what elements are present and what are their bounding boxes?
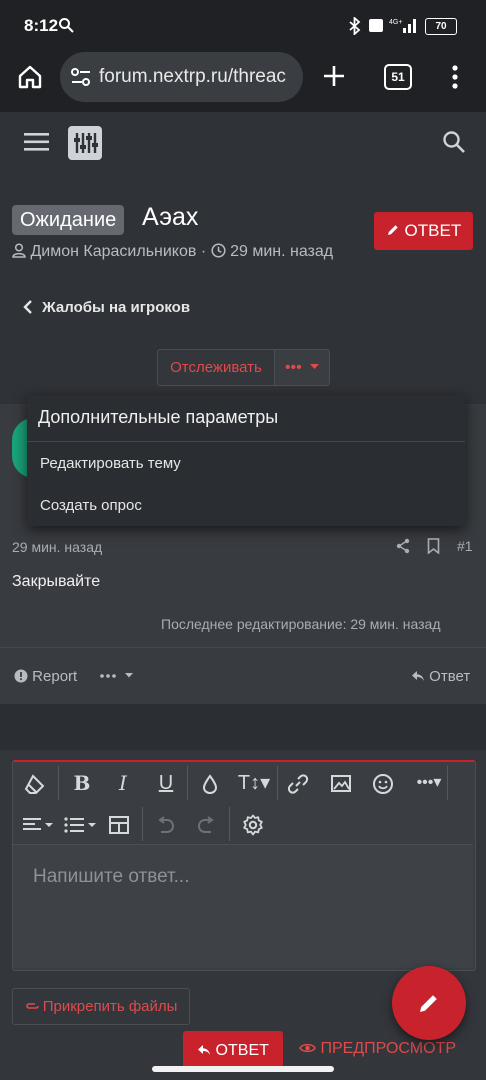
thread-tools-menu: Дополнительные параметры Редактировать т… [27, 395, 465, 526]
post-reply-button[interactable]: Ответ [411, 668, 470, 685]
editor-toolbar-row-2 [12, 804, 474, 844]
caret-down-icon [306, 359, 320, 376]
link-icon[interactable] [280, 765, 316, 801]
paperclip-icon [25, 998, 43, 1015]
image-icon[interactable] [323, 765, 359, 801]
search-icon[interactable] [442, 130, 466, 159]
thread-author[interactable]: Димон Карасильников [30, 243, 196, 260]
editor-toolbar-row-1: B I U T↕▾ •••▾ [12, 762, 474, 804]
site-logo[interactable] [68, 126, 102, 160]
follow-button[interactable]: Отслеживать [157, 349, 275, 386]
italic-icon[interactable]: I [105, 765, 141, 801]
caret-down-icon [120, 668, 134, 685]
volte-icon [369, 19, 383, 32]
pencil-icon [386, 221, 405, 240]
chevron-left-icon [22, 299, 42, 316]
reply-arrow-icon [197, 1042, 215, 1059]
home-icon[interactable] [17, 64, 43, 95]
post-content: Закрывайте [12, 573, 101, 590]
share-icon[interactable] [396, 538, 410, 559]
reply-button-top[interactable]: ОТВЕТ [374, 212, 473, 250]
menu-item-edit-thread[interactable]: Редактировать тему [40, 455, 181, 472]
section-gap [0, 704, 486, 750]
toolbar-divider [277, 766, 278, 800]
browser-menu-icon[interactable] [451, 64, 459, 95]
more-options-icon[interactable]: •••▾ [409, 765, 449, 801]
breadcrumb-label: Жалобы на игроков [42, 299, 191, 316]
menu-header: Дополнительные параметры [38, 407, 279, 427]
search-status-icon [58, 17, 74, 38]
status-time: 8:12 [24, 16, 59, 35]
align-icon[interactable] [18, 806, 58, 842]
gear-icon[interactable] [235, 806, 271, 842]
reply-arrow-icon [411, 668, 429, 685]
toolbar-divider [187, 766, 188, 800]
breadcrumb[interactable]: Жалобы на игроков [22, 299, 190, 316]
user-icon [12, 243, 30, 260]
battery-icon: 70 [425, 18, 457, 35]
post-time[interactable]: 29 мин. назад [12, 539, 102, 555]
menu-item-create-poll[interactable]: Создать опрос [40, 497, 142, 514]
thread-tools-button[interactable]: ••• [274, 349, 330, 386]
new-tab-icon[interactable] [322, 64, 346, 93]
clear-formatting-icon[interactable] [17, 765, 53, 801]
post-reply-label: Ответ [429, 668, 471, 685]
hamburger-menu-icon[interactable] [24, 131, 50, 158]
toolbar-divider [142, 807, 143, 841]
toolbar-divider [229, 807, 230, 841]
signal-icon: 4G+ [389, 16, 419, 39]
pencil-icon [417, 991, 441, 1020]
more-dots-label: ••• [284, 359, 302, 376]
clock-icon [211, 243, 230, 260]
thread-title: Аэах [142, 203, 199, 231]
attach-files-button[interactable]: Прикрепить файлы [12, 988, 190, 1025]
reply-submit-button[interactable]: ОТВЕТ [183, 1031, 283, 1071]
toolbar-divider [447, 766, 448, 800]
tab-switcher-button[interactable]: 51 [384, 64, 412, 90]
thread-time[interactable]: 29 мин. назад [230, 243, 333, 260]
report-button[interactable]: Report [14, 668, 77, 685]
bluetooth-icon [348, 15, 362, 40]
underline-icon[interactable]: U [148, 765, 184, 801]
text-color-icon[interactable] [192, 765, 228, 801]
reply-submit-label: ОТВЕТ [215, 1042, 269, 1059]
post-more-button[interactable] [100, 668, 134, 685]
post-number[interactable]: #1 [457, 538, 473, 554]
attach-files-label: Прикрепить файлы [42, 998, 178, 1015]
meta-separator: · [200, 243, 207, 260]
reply-textarea[interactable] [13, 844, 473, 968]
eye-icon [299, 1040, 320, 1057]
bookmark-icon[interactable] [427, 538, 440, 559]
last-edited-note: Последнее редактирование: 29 мин. назад [161, 616, 441, 632]
thread-meta: Димон Карасильников · 29 мин. назад [12, 243, 333, 261]
alert-circle-icon [14, 668, 32, 685]
toolbar-divider [58, 766, 59, 800]
reply-button-top-label: ОТВЕТ [404, 221, 462, 240]
preview-label: ПРЕДПРОСМОТР [320, 1040, 456, 1057]
gesture-nav-bar[interactable] [152, 1066, 334, 1072]
menu-divider [27, 441, 465, 442]
more-dots-icon [100, 668, 120, 685]
site-settings-icon[interactable] [70, 67, 92, 92]
svg-text:4G+: 4G+ [389, 19, 402, 26]
status-badge: Ожидание [12, 205, 125, 235]
list-icon[interactable] [60, 806, 100, 842]
reply-placeholder: Напишите ответ... [33, 866, 190, 887]
bold-icon[interactable]: B [64, 765, 100, 801]
redo-icon[interactable] [189, 806, 225, 842]
report-label: Report [32, 668, 78, 685]
url-text[interactable]: forum.nextrp.ru/threac [99, 66, 293, 88]
post-actions-divider [0, 647, 486, 648]
preview-button[interactable]: ПРЕДПРОСМОТР [299, 1040, 456, 1058]
table-icon[interactable] [101, 806, 137, 842]
write-fab-button[interactable] [392, 966, 466, 1040]
undo-icon[interactable] [147, 806, 183, 842]
font-size-icon[interactable]: T↕▾ [234, 765, 274, 801]
emoji-icon[interactable] [365, 765, 401, 801]
